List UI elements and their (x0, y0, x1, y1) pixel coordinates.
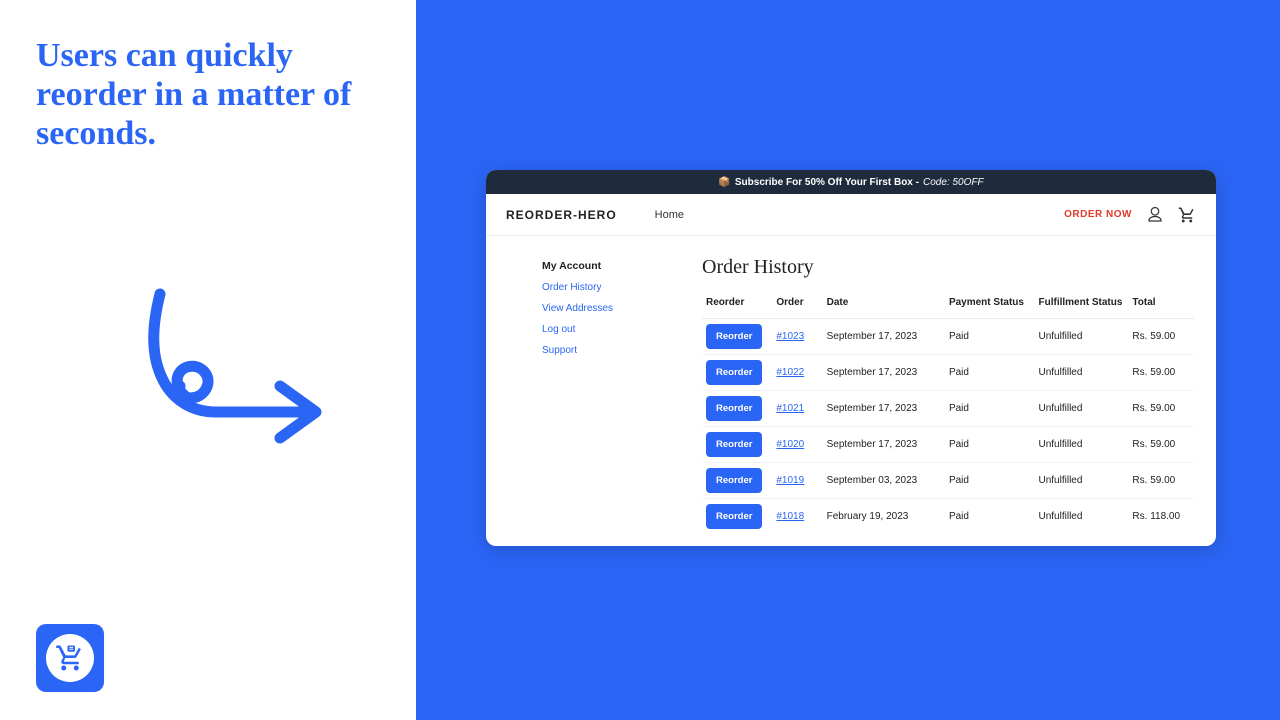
sidebar-heading: My Account (542, 260, 658, 272)
order-total: Rs. 118.00 (1128, 499, 1194, 535)
main-content: Order History Reorder Order Date Payment… (658, 236, 1216, 546)
sidebar-link-support[interactable]: Support (542, 345, 658, 356)
reorder-button[interactable]: Reorder (706, 504, 762, 529)
order-date: September 03, 2023 (823, 463, 945, 499)
payment-status: Paid (945, 463, 1035, 499)
order-link[interactable]: #1023 (776, 331, 804, 342)
screenshot-panel: 📦 Subscribe For 50% Off Your First Box -… (416, 0, 1280, 720)
order-link[interactable]: #1021 (776, 403, 804, 414)
col-header-fulfillment: Fulfillment Status (1035, 291, 1129, 319)
sidebar-link-order-history[interactable]: Order History (542, 282, 658, 293)
col-header-payment: Payment Status (945, 291, 1035, 319)
fulfillment-status: Unfulfilled (1035, 355, 1129, 391)
hand-drawn-arrow-icon (130, 286, 340, 456)
table-row: Reorder #1018 February 19, 2023PaidUnfulfi… (702, 499, 1194, 535)
payment-status: Paid (945, 319, 1035, 355)
order-date: September 17, 2023 (823, 319, 945, 355)
order-now-button[interactable]: ORDER NOW (1064, 209, 1132, 220)
page-title: Order History (702, 256, 1194, 279)
brand-logo: REORDER-HERO (506, 208, 617, 222)
box-icon: 📦 (718, 177, 730, 188)
promo-code: Code: 50OFF (923, 177, 984, 188)
nav-home-link[interactable]: Home (655, 209, 684, 221)
marketing-panel: Users can quickly reorder in a matter of… (0, 0, 416, 720)
reorder-button[interactable]: Reorder (706, 324, 762, 349)
order-total: Rs. 59.00 (1128, 427, 1194, 463)
col-header-reorder: Reorder (702, 291, 772, 319)
order-total: Rs. 59.00 (1128, 391, 1194, 427)
order-link[interactable]: #1022 (776, 367, 804, 378)
order-total: Rs. 59.00 (1128, 463, 1194, 499)
order-link[interactable]: #1019 (776, 475, 804, 486)
order-date: February 19, 2023 (823, 499, 945, 535)
table-row: Reorder #1023 September 17, 2023PaidUnfulf… (702, 319, 1194, 355)
payment-status: Paid (945, 391, 1035, 427)
promo-text: Subscribe For 50% Off Your First Box - (735, 177, 919, 188)
app-logo-icon (36, 624, 104, 692)
sidebar-link-log-out[interactable]: Log out (542, 324, 658, 335)
col-header-date: Date (823, 291, 945, 319)
sidebar-link-view-addresses[interactable]: View Addresses (542, 303, 658, 314)
marketing-headline: Users can quickly reorder in a matter of… (36, 36, 376, 153)
payment-status: Paid (945, 499, 1035, 535)
reorder-button[interactable]: Reorder (706, 360, 762, 385)
fulfillment-status: Unfulfilled (1035, 499, 1129, 535)
reorder-button[interactable]: Reorder (706, 432, 762, 457)
order-date: September 17, 2023 (823, 427, 945, 463)
fulfillment-status: Unfulfilled (1035, 319, 1129, 355)
app-window: 📦 Subscribe For 50% Off Your First Box -… (486, 170, 1216, 546)
order-link[interactable]: #1020 (776, 439, 804, 450)
table-row: Reorder #1021 September 17, 2023PaidUnfulf… (702, 391, 1194, 427)
account-icon[interactable] (1146, 206, 1164, 224)
reorder-button[interactable]: Reorder (706, 468, 762, 493)
payment-status: Paid (945, 355, 1035, 391)
order-link[interactable]: #1018 (776, 511, 804, 522)
order-total: Rs. 59.00 (1128, 355, 1194, 391)
fulfillment-status: Unfulfilled (1035, 463, 1129, 499)
order-total: Rs. 59.00 (1128, 319, 1194, 355)
cart-icon[interactable] (1178, 206, 1196, 224)
app-header: REORDER-HERO Home ORDER NOW (486, 194, 1216, 236)
promo-bar: 📦 Subscribe For 50% Off Your First Box -… (486, 170, 1216, 194)
orders-table: Reorder Order Date Payment Status Fulfil… (702, 291, 1194, 534)
table-row: Reorder #1020 September 17, 2023PaidUnfulf… (702, 427, 1194, 463)
order-date: September 17, 2023 (823, 391, 945, 427)
fulfillment-status: Unfulfilled (1035, 391, 1129, 427)
order-date: September 17, 2023 (823, 355, 945, 391)
fulfillment-status: Unfulfilled (1035, 427, 1129, 463)
col-header-order: Order (772, 291, 822, 319)
reorder-button[interactable]: Reorder (706, 396, 762, 421)
col-header-total: Total (1128, 291, 1194, 319)
table-row: Reorder #1022 September 17, 2023PaidUnfulf… (702, 355, 1194, 391)
table-row: Reorder #1019 September 03, 2023PaidUnfulf… (702, 463, 1194, 499)
account-sidebar: My Account Order History View Addresses … (486, 236, 658, 546)
payment-status: Paid (945, 427, 1035, 463)
